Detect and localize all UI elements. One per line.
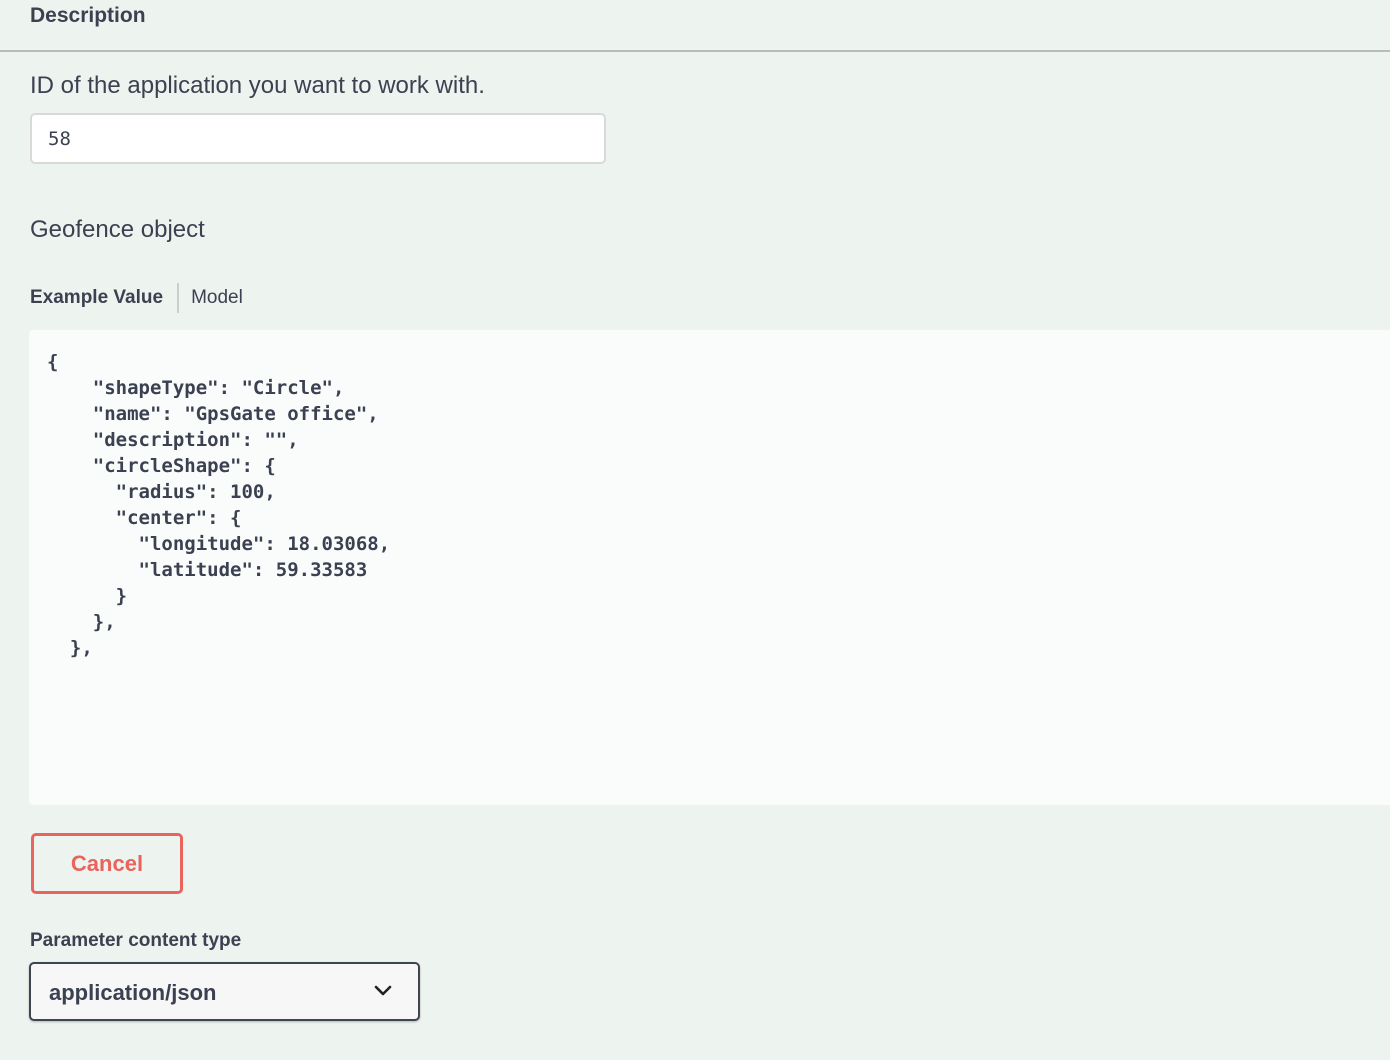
tab-example-value[interactable]: Example Value: [30, 283, 163, 313]
description-header: Description: [0, 0, 1390, 52]
parameter-content-type-value: application/json: [49, 980, 217, 1005]
example-value-code-block[interactable]: { "shapeType": "Circle", "name": "GpsGat…: [29, 330, 1390, 805]
parameter-content-type-select[interactable]: application/json: [29, 962, 420, 1021]
cancel-button[interactable]: Cancel: [31, 833, 183, 894]
chevron-down-icon: [374, 985, 392, 996]
tab-divider: [177, 283, 180, 313]
example-value-code: { "shapeType": "Circle", "name": "GpsGat…: [47, 351, 391, 659]
application-id-input[interactable]: [30, 113, 606, 164]
description-header-title: Description: [30, 4, 146, 27]
example-model-tabs: Example Value Model: [30, 283, 243, 313]
application-id-description: ID of the application you want to work w…: [30, 72, 485, 99]
tab-model[interactable]: Model: [191, 283, 243, 313]
parameter-content-type-label: Parameter content type: [30, 930, 242, 951]
geofence-object-description: Geofence object: [30, 216, 205, 243]
